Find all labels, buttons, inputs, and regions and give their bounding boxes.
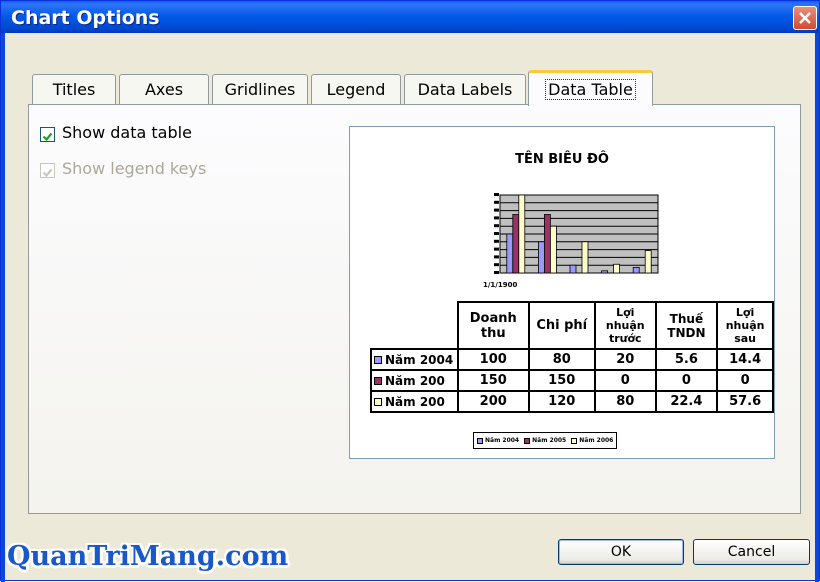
show-legend-keys-label[interactable]: Show legend keys [62,159,206,178]
bar-1-3 [569,264,577,274]
table-cell: 0 [593,369,657,392]
table-cell: 57.6 [716,390,774,413]
legend-key-icon [477,437,483,444]
tab-label: Axes [144,80,184,99]
series-name: Năm 2004 [385,352,454,367]
table-corner [371,302,459,350]
bar-2-1 [512,214,520,274]
window-frame-left [1,33,5,582]
bar-3-1 [518,194,526,274]
legend-key-icon [374,397,382,406]
table-row-label: Năm 2004 [370,348,459,371]
y-tick-label [494,208,499,212]
title-bar[interactable]: Chart Options [1,1,819,33]
table-header-row: Doanh thu Chi phí Lợi nhuận trước Thuế T… [371,301,774,350]
table-cell: 22.4 [654,390,719,413]
x-axis-category-label: 1/1/1900 [483,281,517,289]
legend-key-icon [524,437,531,444]
tab-titles[interactable]: Titles [32,74,116,104]
tab-legend[interactable]: Legend [311,74,401,104]
show-data-table-checkbox[interactable] [40,127,55,142]
bar-3-2 [549,225,557,274]
show-data-table-label[interactable]: Show data table [62,123,192,142]
legend-key-icon [374,376,382,385]
y-tick-label [494,255,499,259]
legend-label: Năm 2004 [485,437,520,444]
table-cell: 0 [654,369,719,392]
table-cell: 20 [593,348,657,371]
chart-preview: TÊN BIÊU ĐÔ 1/1/1900 Doanh thu Chi phí L… [349,126,775,459]
y-tick-label [494,247,499,251]
tab-data-labels[interactable]: Data Labels [404,74,526,104]
legend-label: Năm 2005 [532,437,567,444]
table-header-cell: Lợi nhuận sau [716,301,774,350]
table-cell: 200 [456,390,530,413]
window-frame-right [815,33,819,582]
table-header-cell: Doanh thu [456,301,530,350]
legend-key-icon [374,355,382,364]
table-cell: 120 [527,390,596,413]
table-header-cell: Lợi nhuận trước [593,301,657,350]
tab-axes[interactable]: Axes [119,74,209,104]
checkmark-icon [42,168,53,178]
legend-label: Năm 2006 [579,437,614,444]
tab-label: Data Labels [417,80,513,99]
bar-1-1 [506,233,514,274]
tab-label: Gridlines [224,80,296,99]
table-cell: 0 [716,369,774,392]
table-header-cell: Thuế TNDN [654,301,719,350]
tab-data-table[interactable]: Data Table [528,70,653,106]
chart-options-dialog: Chart Options Titles Axes Gridlines Lege… [0,0,820,582]
table-cell: 150 [456,369,530,392]
y-tick-label [494,193,499,196]
dialog-title: Chart Options [11,7,160,29]
table-cell: 150 [527,369,596,392]
legend-item: Năm 2004 [477,437,519,444]
table-cell: 14.4 [716,348,774,371]
table-cell: 80 [527,348,596,371]
show-legend-keys-checkbox[interactable] [40,163,55,178]
table-row: Năm 2004 100 80 20 5.6 14.4 [370,348,774,371]
table-cell: 5.6 [654,348,719,371]
table-row-label: Năm 200 [370,390,459,413]
legend-key-icon [571,437,578,444]
bar-3-5 [644,250,652,274]
tab-label: Legend [326,80,386,99]
tab-gridlines[interactable]: Gridlines [212,74,308,104]
series-name: Năm 200 [385,394,445,409]
series-name: Năm 200 [385,373,445,388]
table-cell: 80 [593,390,657,413]
checkmark-icon [42,132,53,142]
y-tick-label [494,200,499,204]
bar-1-5 [632,266,640,274]
close-button[interactable] [793,6,817,30]
legend-item: Năm 2006 [571,437,613,444]
cancel-button[interactable]: Cancel [693,539,810,565]
bar-1-2 [537,241,545,274]
y-tick-label [494,271,499,274]
table-header-cell: Chi phí [527,301,596,350]
tab-label: Titles [52,80,96,99]
ok-button[interactable]: OK [558,539,684,565]
y-tick-label [494,263,499,267]
bar-3-3 [581,241,589,274]
y-tick-label [494,216,499,220]
chart-legend: Năm 2004 Năm 2005 Năm 2006 [473,432,618,449]
bar-2-2 [543,214,551,274]
tab-label: Data Table [545,79,636,100]
preview-bar-chart: 1/1/1900 [483,193,659,289]
y-tick-label [494,239,499,243]
legend-item: Năm 2005 [524,437,566,444]
y-tick-label [494,224,499,228]
bar-3-4 [613,263,621,274]
table-row-label: Năm 200 [370,369,459,392]
close-icon [799,12,811,24]
y-tick-label [494,232,499,235]
data-table: Doanh thu Chi phí Lợi nhuận trước Thuế T… [370,301,774,413]
table-row: Năm 200 200 120 80 22.4 57.6 [370,390,774,413]
table-cell: 100 [456,348,530,371]
table-row: Năm 200 150 150 0 0 0 [370,369,774,392]
watermark-logo: QuanTriMang.com [7,541,289,572]
bar-1-4 [601,270,609,274]
